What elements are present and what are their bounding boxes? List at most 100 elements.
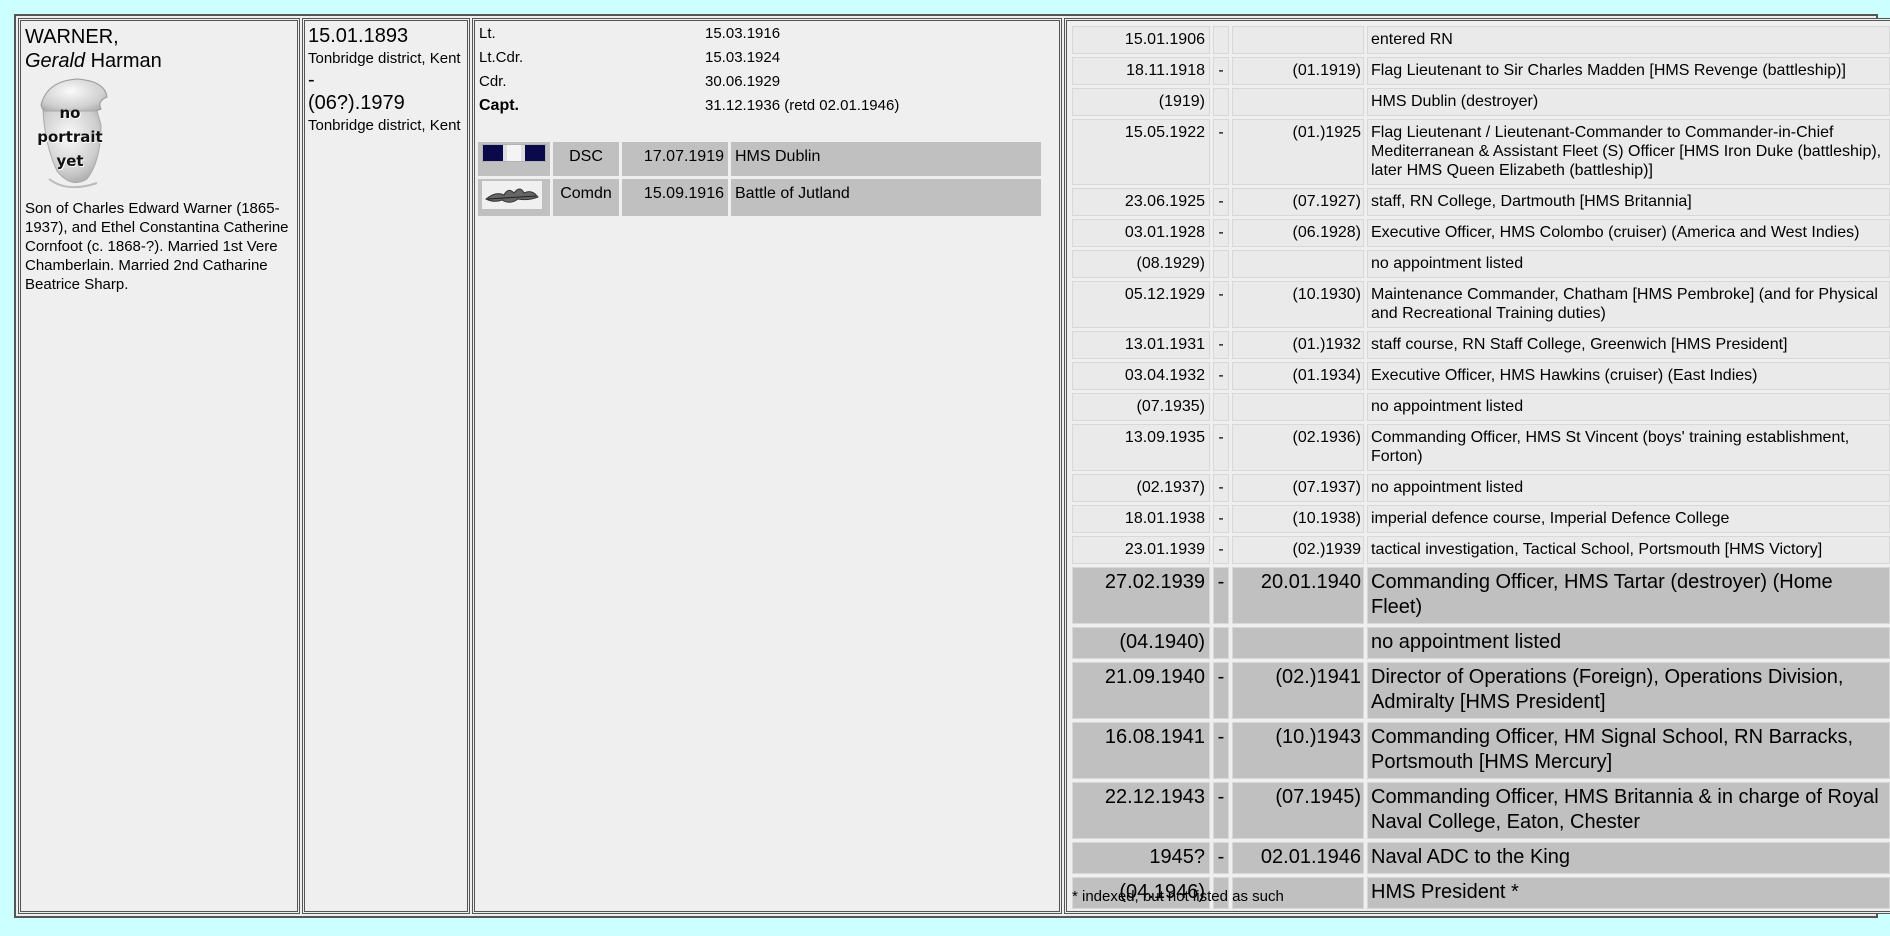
career-date-separator: -: [1213, 188, 1229, 216]
career-to-date: (02.)1941: [1232, 662, 1364, 719]
career-from-date: 15.05.1922: [1072, 119, 1210, 185]
rank-row: Lt. 15.03.1916: [479, 25, 899, 49]
career-row: 27.02.1939-20.01.1940 Commanding Officer,…: [1072, 567, 1890, 624]
career-from-date: 03.01.1928: [1072, 219, 1210, 247]
award-date: 17.07.1919: [622, 142, 728, 176]
career-appointment: HMS Dublin (destroyer): [1367, 88, 1890, 116]
birth-date: 15.01.1893: [308, 25, 409, 47]
career-date-separator: -: [1213, 722, 1229, 779]
career-appointment: no appointment listed: [1367, 393, 1890, 421]
career-to-date: [1232, 88, 1364, 116]
career-from-date: (04.1940): [1072, 627, 1210, 659]
career-date-separator: [1213, 26, 1229, 54]
award-date: 15.09.1916: [622, 179, 728, 216]
career-to-date: (10.1938): [1232, 505, 1364, 533]
given-name-italic: Gerald: [25, 50, 86, 72]
career-date-separator: -: [1213, 119, 1229, 185]
rank-date: 15.03.1924: [705, 49, 781, 66]
career-to-date: (07.1945): [1232, 782, 1364, 839]
career-row: 21.09.1940- (02.)1941 Director of Operatio…: [1072, 662, 1890, 719]
portrait-text-line: no: [59, 104, 81, 122]
career-from-date: 18.11.1918: [1072, 57, 1210, 85]
rank-title: Lt.Cdr.: [479, 49, 524, 66]
career-appointment: no appointment listed: [1367, 627, 1890, 659]
career-to-date: (01.1919): [1232, 57, 1364, 85]
career-table: 15.01.1906 entered RN 18.11.1918- (01.1919)…: [1069, 23, 1890, 911]
career-to-date: (01.1934): [1232, 362, 1364, 390]
career-date-separator: -: [1213, 331, 1229, 359]
career-appointment: imperial defence course, Imperial Defenc…: [1367, 505, 1890, 533]
career-row: (02.1937) - (07.1937) no appointment listed: [1072, 474, 1890, 502]
career-to-date: (01.)1925: [1232, 119, 1364, 185]
award-row: DSC 17.07.1919 HMS Dublin: [478, 142, 1041, 176]
career-column: 15.01.1906 entered RN 18.11.1918- (01.1919)…: [1064, 18, 1890, 914]
career-to-date: (10.)1943: [1232, 722, 1364, 779]
portrait-text-line: yet: [56, 152, 84, 170]
given-name-rest: Harman: [85, 50, 162, 72]
career-appointment: Commanding Officer, HMS Britannia & in c…: [1367, 782, 1890, 839]
death-date: (06?).1979: [308, 92, 405, 114]
award-abbr: Comdn: [553, 179, 619, 216]
career-date-separator: [1213, 393, 1229, 421]
career-row: 16.08.1941- (10.)1943 Commanding Officer, …: [1072, 722, 1890, 779]
career-date-separator: -: [1213, 662, 1229, 719]
career-from-date: (02.1937): [1072, 474, 1210, 502]
dsc-ribbon-icon: [481, 143, 547, 163]
career-to-date: 02.01.1946: [1232, 842, 1364, 874]
career-to-date: [1232, 393, 1364, 421]
career-appointment: Commanding Officer, HMS St Vincent (boys…: [1367, 424, 1890, 471]
career-row: (1919) HMS Dublin (destroyer): [1072, 88, 1890, 116]
career-appointment: Director of Operations (Foreign), Operat…: [1367, 662, 1890, 719]
career-from-date: 16.08.1941: [1072, 722, 1210, 779]
career-date-separator: -: [1213, 362, 1229, 390]
portrait-text: no portrait yet: [27, 101, 113, 173]
career-row: 1945? -02.01.1946 Naval ADC to the King: [1072, 842, 1890, 874]
career-row: 18.01.1938- (10.1938) imperial defence cou…: [1072, 505, 1890, 533]
career-date-separator: -: [1213, 842, 1229, 874]
birth-place: Tonbridge district, Kent: [308, 50, 461, 67]
rank-row: Cdr. 30.06.1929: [479, 73, 899, 97]
life-dates-column: 15.01.1893 Tonbridge district, Kent - (0…: [302, 18, 470, 914]
award-abbr: DSC: [553, 142, 619, 176]
career-appointment: Executive Officer, HMS Colombo (cruiser)…: [1367, 219, 1890, 247]
career-to-date: (01.)1932: [1232, 331, 1364, 359]
career-appointment: Commanding Officer, HM Signal School, RN…: [1367, 722, 1890, 779]
career-appointment: Naval ADC to the King: [1367, 842, 1890, 874]
portrait-text-line: portrait: [37, 128, 103, 146]
career-row: 18.11.1918- (01.1919) Flag Lieutenant to S…: [1072, 57, 1890, 85]
career-to-date: (06.1928): [1232, 219, 1364, 247]
career-from-date: 18.01.1938: [1072, 505, 1210, 533]
career-row: 13.01.1931- (01.)1932 staff course, RN Sta…: [1072, 331, 1890, 359]
career-from-date: 15.01.1906: [1072, 26, 1210, 54]
career-row: (08.1929) no appointment listed: [1072, 250, 1890, 278]
career-row: 13.09.1935- (02.1936) Commanding Officer, …: [1072, 424, 1890, 471]
rank-title: Lt.: [479, 25, 496, 42]
rank-row: Lt.Cdr. 15.03.1924: [479, 49, 899, 73]
awards-table: DSC 17.07.1919 HMS Dublin Comdn 15.09.19…: [475, 139, 1044, 219]
career-date-separator: -: [1213, 281, 1229, 328]
death-place: Tonbridge district, Kent: [308, 117, 461, 134]
career-to-date: [1232, 26, 1364, 54]
footnote: * indexed, but not listed as such: [1072, 888, 1284, 905]
career-row: (04.1940) no appointment listed: [1072, 627, 1890, 659]
career-date-separator: -: [1213, 219, 1229, 247]
career-row: 05.12.1929- (10.1930) Maintenance Commande…: [1072, 281, 1890, 328]
rank-row: Capt. 31.12.1936 (retd 02.01.1946): [479, 97, 899, 121]
career-from-date: (07.1935): [1072, 393, 1210, 421]
career-from-date: 13.09.1935: [1072, 424, 1210, 471]
award-row: Comdn 15.09.1916 Battle of Jutland: [478, 179, 1041, 216]
rank-title: Cdr.: [479, 73, 507, 90]
ranks-awards-column: Lt. 15.03.1916 Lt.Cdr. 15.03.1924 Cdr. 30.06.…: [472, 18, 1062, 914]
award-icon-cell: [478, 142, 550, 176]
career-from-date: 21.09.1940: [1072, 662, 1210, 719]
rank-date: 30.06.1929: [705, 73, 781, 90]
oak-leaf-icon: [482, 181, 542, 209]
career-date-separator: -: [1213, 505, 1229, 533]
career-row: 03.04.1932- (01.1934) Executive Officer, H…: [1072, 362, 1890, 390]
career-appointment: HMS President *: [1367, 877, 1890, 909]
career-appointment: staff, RN College, Dartmouth [HMS Britan…: [1367, 188, 1890, 216]
career-appointment: Flag Lieutenant / Lieutenant-Commander t…: [1367, 119, 1890, 185]
career-from-date: 13.01.1931: [1072, 331, 1210, 359]
rank-date: 15.03.1916: [705, 25, 781, 42]
surname: WARNER,: [25, 26, 119, 48]
